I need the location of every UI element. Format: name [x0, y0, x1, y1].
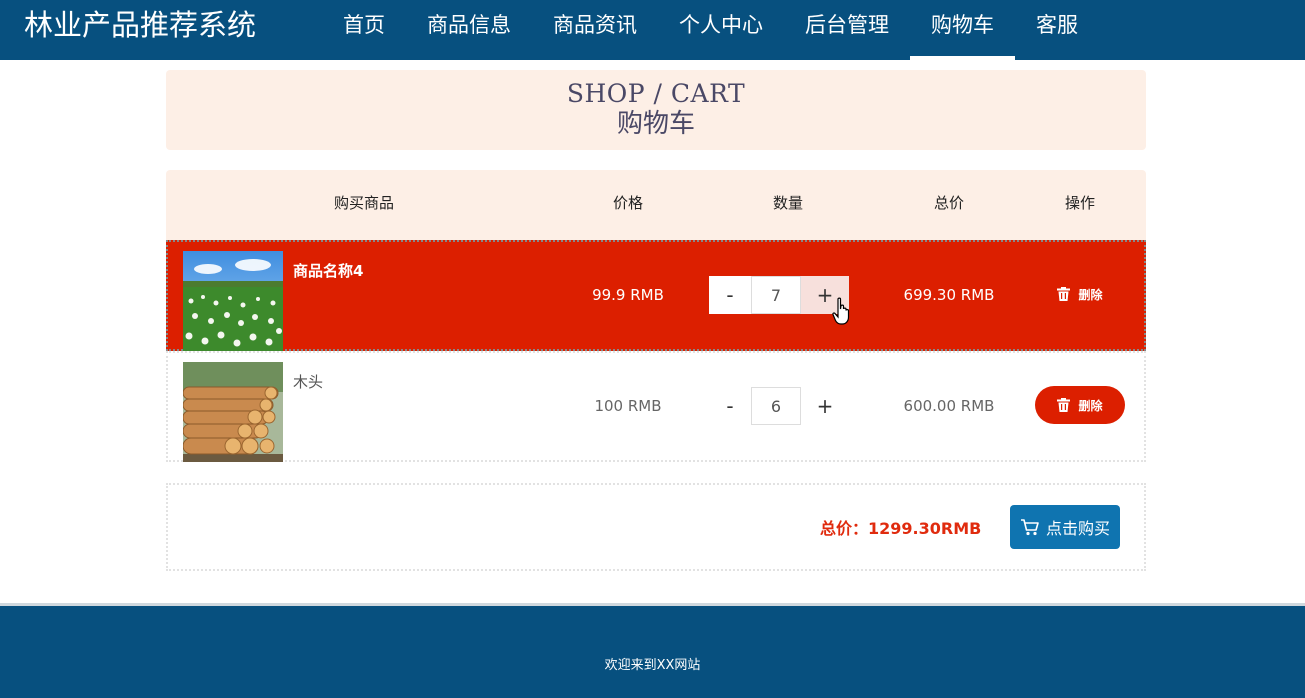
row-total: 699.30 RMB	[903, 286, 995, 304]
col-total: 总价	[933, 194, 964, 212]
nav-admin[interactable]: 后台管理	[784, 0, 910, 60]
grand-total: 总价：1299.30RMB	[820, 519, 982, 538]
delete-button[interactable]: 删除	[1035, 275, 1125, 313]
decrease-button[interactable]: -	[709, 276, 751, 314]
increase-button[interactable]: +	[801, 387, 849, 425]
col-quantity: 数量	[772, 194, 803, 212]
site-logo[interactable]: 林业产品推荐系统	[24, 6, 256, 44]
cart-icon	[1020, 519, 1039, 536]
decrease-button[interactable]: -	[709, 387, 751, 425]
buy-label: 点击购买	[1045, 519, 1110, 538]
nav-cart[interactable]: 购物车	[910, 0, 1015, 60]
col-product: 购买商品	[333, 194, 394, 212]
delete-label: 删除	[1078, 398, 1103, 413]
nav-support[interactable]: 客服	[1015, 0, 1099, 60]
delete-label: 删除	[1078, 287, 1103, 302]
cart-table-header: 购买商品 价格 数量 总价 操作	[166, 170, 1146, 240]
page-banner: SHOP / CART 购物车	[166, 70, 1146, 150]
col-actions: 操作	[1064, 194, 1095, 212]
quantity-input[interactable]	[751, 276, 801, 314]
nav-news[interactable]: 商品资讯	[532, 0, 658, 60]
product-image-logs[interactable]	[183, 362, 283, 462]
trash-icon	[1057, 398, 1071, 412]
top-navbar: 林业产品推荐系统 首页 商品信息 商品资讯 个人中心 后台管理 购物车 客服	[0, 0, 1305, 60]
quantity-stepper: - +	[709, 387, 851, 425]
product-name[interactable]: 木头	[293, 371, 323, 392]
product-price: 100 RMB	[594, 397, 662, 415]
quantity-input[interactable]	[751, 387, 801, 425]
product-image-field[interactable]	[183, 251, 283, 351]
nav-products[interactable]: 商品信息	[406, 0, 532, 60]
banner-title-cn: 购物车	[616, 109, 695, 139]
nav-profile[interactable]: 个人中心	[658, 0, 784, 60]
cart-row[interactable]: 木头 100 RMB - + 600.00 RMB 删除	[166, 351, 1146, 462]
banner-title-en: SHOP / CART	[566, 79, 746, 108]
cart-row[interactable]: 商品名称4 99.9 RMB - + 699.30 RMB 删除	[166, 240, 1146, 351]
main-nav: 首页 商品信息 商品资讯 个人中心 后台管理 购物车 客服	[322, 0, 1099, 60]
hand-cursor-icon	[832, 297, 850, 325]
site-footer: 欢迎来到XX网站	[0, 603, 1305, 698]
col-price: 价格	[612, 194, 643, 212]
trash-icon	[1057, 287, 1071, 301]
footer-welcome: 欢迎来到XX网站	[604, 658, 701, 673]
product-name[interactable]: 商品名称4	[293, 260, 363, 281]
buy-button[interactable]: 点击购买	[1010, 505, 1120, 549]
product-price: 99.9 RMB	[592, 286, 664, 304]
quantity-stepper: - +	[709, 276, 851, 314]
delete-button[interactable]: 删除	[1035, 386, 1125, 424]
row-total: 600.00 RMB	[903, 397, 995, 415]
nav-home[interactable]: 首页	[322, 0, 406, 60]
cart-summary: 总价：1299.30RMB 点击购买	[166, 483, 1146, 571]
